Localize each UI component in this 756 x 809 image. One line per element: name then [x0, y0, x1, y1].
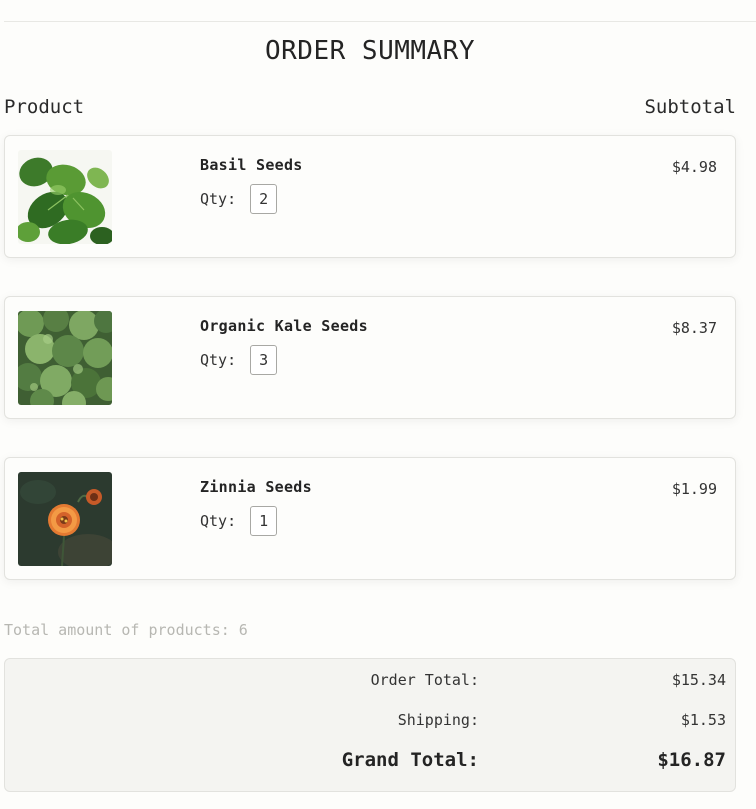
order-item-kale: Organic Kale Seeds Qty: 3 $8.37 — [4, 296, 736, 419]
shipping-label: Shipping: — [397, 711, 479, 729]
basil-product-image — [18, 150, 112, 244]
quantity-label: Qty: — [200, 190, 237, 208]
order-total-value: $15.34 — [671, 671, 726, 689]
total-products-count: Total amount of products: 6 — [4, 621, 248, 639]
item-name: Zinnia Seeds — [200, 478, 312, 496]
item-subtotal: $4.98 — [671, 158, 717, 176]
page-title: ORDER SUMMARY — [265, 36, 475, 66]
order-item-basil: Basil Seeds Qty: 2 $4.98 — [4, 135, 736, 258]
grand-total-label: Grand Total: — [341, 749, 479, 771]
order-total-label: Order Total: — [370, 671, 479, 689]
item-subtotal: $1.99 — [671, 480, 717, 498]
quantity-row: Qty: 1 — [200, 506, 278, 536]
order-item-zinnia: Zinnia Seeds Qty: 1 $1.99 — [4, 457, 736, 580]
item-name: Basil Seeds — [200, 156, 303, 174]
kale-product-image — [18, 311, 112, 405]
order-totals-panel: Order Total: $15.34 Shipping: $1.53 Gran… — [4, 658, 736, 792]
product-column-header: Product — [4, 96, 85, 118]
quantity-field[interactable]: 3 — [250, 345, 278, 375]
quantity-field[interactable]: 1 — [250, 506, 278, 536]
quantity-label: Qty: — [200, 351, 237, 369]
quantity-field[interactable]: 2 — [250, 184, 278, 214]
subtotal-column-header: Subtotal — [644, 96, 736, 118]
quantity-row: Qty: 3 — [200, 345, 278, 375]
quantity-row: Qty: 2 — [200, 184, 278, 214]
item-name: Organic Kale Seeds — [200, 317, 368, 335]
top-divider — [4, 21, 756, 22]
grand-total-value: $16.87 — [657, 749, 726, 771]
shipping-value: $1.53 — [680, 711, 726, 729]
item-subtotal: $8.37 — [671, 319, 717, 337]
zinnia-product-image — [18, 472, 112, 566]
quantity-label: Qty: — [200, 512, 237, 530]
